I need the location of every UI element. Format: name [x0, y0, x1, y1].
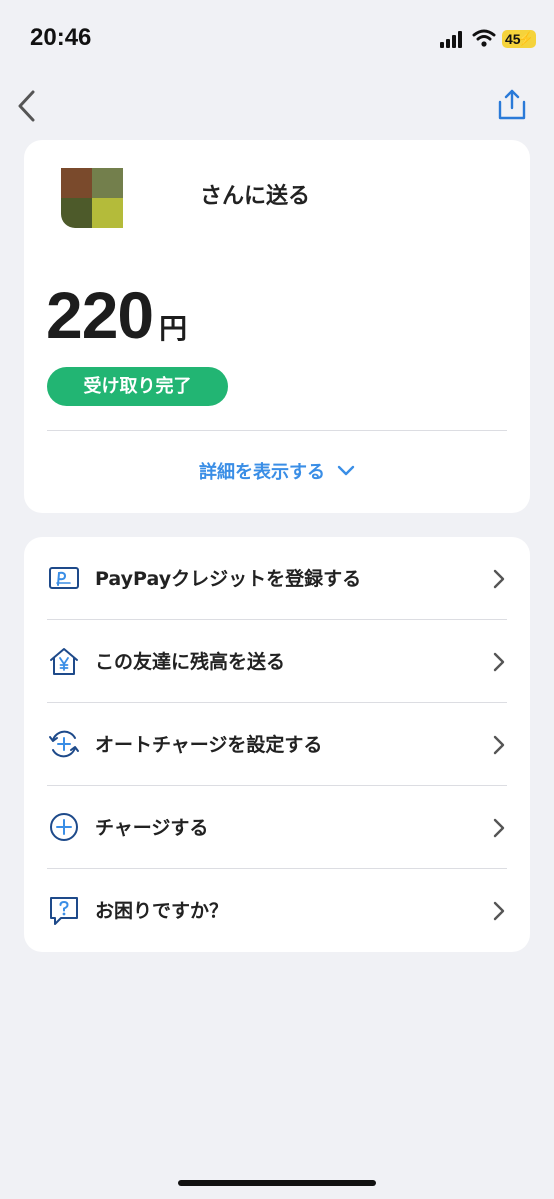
show-details-button[interactable]: 詳細を表示する [24, 456, 530, 486]
menu-item-label: この友達に残高を送る [95, 651, 286, 673]
status-bar: 20:46 45 ⚡ [0, 0, 554, 80]
chevron-down-icon [337, 465, 355, 476]
menu-item-help[interactable]: お困りですか？ [24, 869, 530, 952]
divider [47, 430, 507, 431]
signal-icon [440, 30, 466, 48]
transfer-summary-card: さんに送る 220 円 受け取り完了 詳細を表示する [24, 140, 530, 513]
plus-circle-icon [50, 813, 78, 841]
share-icon[interactable] [496, 88, 528, 122]
wifi-icon [472, 29, 496, 47]
status-badge: 受け取り完了 [47, 367, 228, 406]
currency-label: 円 [159, 312, 188, 345]
amount-value: 220 [46, 278, 154, 352]
recipient-label: さんに送る [200, 184, 311, 209]
amount-row: 220 円 [46, 280, 187, 350]
show-details-label: 詳細を表示する [199, 462, 325, 483]
battery-icon: 45 ⚡ [502, 30, 536, 48]
menu-item-label: お困りですか？ [95, 900, 229, 922]
status-time: 20:46 [30, 24, 92, 51]
auto-charge-icon [49, 730, 79, 758]
help-chat-icon [50, 897, 78, 925]
menu-item-label: PayPayクレジットを登録する [95, 568, 362, 590]
menu-item-register-credit[interactable]: PayPayクレジットを登録する [24, 537, 530, 620]
chevron-left-icon[interactable] [14, 88, 40, 124]
chevron-right-icon [493, 818, 505, 838]
menu-item-label: オートチャージを設定する [95, 734, 323, 756]
menu-item-label: チャージする [95, 817, 209, 839]
chevron-right-icon [493, 735, 505, 755]
menu-item-charge[interactable]: チャージする [24, 786, 530, 869]
chevron-right-icon [493, 901, 505, 921]
avatar [61, 168, 123, 228]
menu-item-send-balance[interactable]: この友達に残高を送る [24, 620, 530, 703]
home-indicator[interactable] [178, 1180, 376, 1186]
credit-card-icon [49, 567, 79, 589]
chevron-right-icon [493, 569, 505, 589]
charging-bolt-icon: ⚡ [517, 31, 534, 46]
chevron-right-icon [493, 652, 505, 672]
actions-menu-card: PayPayクレジットを登録する この友達に残高を送る オートチャージを設定する [24, 537, 530, 952]
yen-house-icon [50, 648, 78, 675]
menu-item-auto-charge[interactable]: オートチャージを設定する [24, 703, 530, 786]
